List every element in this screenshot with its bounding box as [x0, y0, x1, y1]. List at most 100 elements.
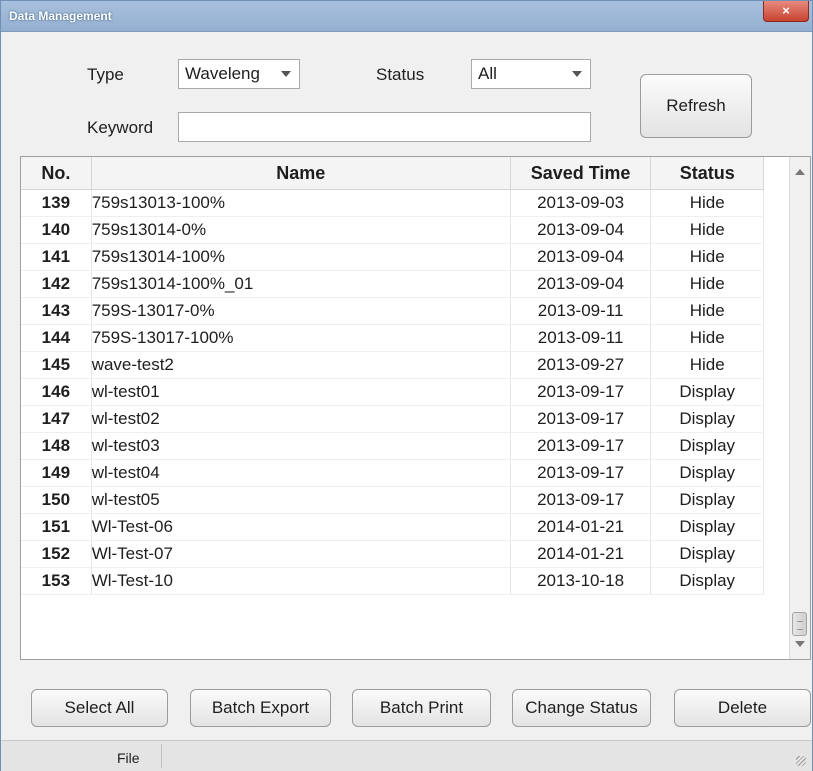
column-header-saved-time[interactable]: Saved Time: [510, 157, 652, 190]
status-bar-divider: [161, 744, 162, 768]
refresh-button[interactable]: Refresh: [640, 74, 752, 138]
batch-print-button[interactable]: Batch Print: [352, 689, 491, 727]
row-status: Display: [650, 432, 764, 460]
scrollbar-thumb[interactable]: [792, 612, 807, 636]
table-row[interactable]: 147 wl-test02 2013-09-17 Display: [21, 405, 764, 433]
table-row[interactable]: 146 wl-test01 2013-09-17 Display: [21, 378, 764, 406]
table-row[interactable]: 152 Wl-Test-07 2014-01-21 Display: [21, 540, 764, 568]
column-header-no[interactable]: No.: [21, 157, 92, 190]
status-bar-file-label: File: [117, 750, 140, 766]
resize-grip-icon[interactable]: [796, 756, 806, 766]
row-saved-time: 2014-01-21: [510, 513, 652, 541]
row-name: 759s13013-100%: [91, 189, 511, 217]
table-row[interactable]: 149 wl-test04 2013-09-17 Display: [21, 459, 764, 487]
table-row[interactable]: 143 759S-13017-0% 2013-09-11 Hide: [21, 297, 764, 325]
chevron-down-icon: [572, 71, 582, 77]
status-bar: File: [1, 740, 812, 771]
column-header-status[interactable]: Status: [650, 157, 764, 190]
row-number: 139: [21, 189, 92, 217]
row-number: 151: [21, 513, 92, 541]
row-number: 140: [21, 216, 92, 244]
table-row[interactable]: 150 wl-test05 2013-09-17 Display: [21, 486, 764, 514]
status-label: Status: [376, 65, 425, 84]
row-saved-time: 2013-09-17: [510, 378, 652, 406]
row-status: Display: [650, 567, 764, 595]
row-status: Hide: [650, 297, 764, 325]
grip-icon: [797, 621, 803, 630]
type-label: Type: [87, 65, 124, 84]
row-name: wave-test2: [91, 351, 511, 379]
row-status: Hide: [650, 243, 764, 271]
window-title: Data Management: [9, 9, 112, 23]
vertical-scrollbar[interactable]: [789, 157, 810, 659]
column-header-name[interactable]: Name: [91, 157, 511, 190]
table-row[interactable]: 140 759s13014-0% 2013-09-04 Hide: [21, 216, 764, 244]
row-number: 149: [21, 459, 92, 487]
row-status: Display: [650, 405, 764, 433]
row-saved-time: 2013-09-04: [510, 243, 652, 271]
row-number: 143: [21, 297, 92, 325]
type-dropdown[interactable]: Waveleng: [178, 59, 300, 89]
table-row[interactable]: 148 wl-test03 2013-09-17 Display: [21, 432, 764, 460]
row-name: Wl-Test-07: [91, 540, 511, 568]
row-saved-time: 2013-09-17: [510, 486, 652, 514]
table-row[interactable]: 142 759s13014-100%_01 2013-09-04 Hide: [21, 270, 764, 298]
row-status: Display: [650, 486, 764, 514]
row-status: Hide: [650, 189, 764, 217]
row-status: Display: [650, 513, 764, 541]
table-row[interactable]: 151 Wl-Test-06 2014-01-21 Display: [21, 513, 764, 541]
data-management-window: Data Management × Type Waveleng Status A…: [0, 0, 813, 771]
row-saved-time: 2014-01-21: [510, 540, 652, 568]
row-name: Wl-Test-10: [91, 567, 511, 595]
row-name: wl-test02: [91, 405, 511, 433]
close-button[interactable]: ×: [763, 1, 809, 22]
table-row[interactable]: 144 759S-13017-100% 2013-09-11 Hide: [21, 324, 764, 352]
type-dropdown-value: Waveleng: [185, 64, 260, 83]
delete-button-label: Delete: [717, 698, 768, 717]
title-bar[interactable]: Data Management ×: [1, 1, 812, 32]
batch-print-button-label: Batch Print: [379, 698, 464, 717]
batch-export-button-label: Batch Export: [211, 698, 310, 717]
table-row[interactable]: 139 759s13013-100% 2013-09-03 Hide: [21, 189, 764, 217]
row-saved-time: 2013-09-04: [510, 270, 652, 298]
row-status: Display: [650, 459, 764, 487]
row-saved-time: 2013-09-11: [510, 297, 652, 325]
row-saved-time: 2013-09-17: [510, 432, 652, 460]
row-name: wl-test05: [91, 486, 511, 514]
row-name: 759s13014-100%_01: [91, 270, 511, 298]
row-status: Hide: [650, 216, 764, 244]
table-row[interactable]: 145 wave-test2 2013-09-27 Hide: [21, 351, 764, 379]
refresh-button-label: Refresh: [666, 96, 726, 115]
select-all-button[interactable]: Select All: [31, 689, 168, 727]
row-status: Hide: [650, 324, 764, 352]
select-all-button-label: Select All: [64, 698, 135, 717]
chevron-down-icon: [281, 71, 291, 77]
row-number: 150: [21, 486, 92, 514]
row-status: Hide: [650, 351, 764, 379]
status-dropdown[interactable]: All: [471, 59, 591, 89]
row-name: 759S-13017-100%: [91, 324, 511, 352]
row-saved-time: 2013-09-17: [510, 405, 652, 433]
row-name: wl-test04: [91, 459, 511, 487]
table-row[interactable]: 141 759s13014-100% 2013-09-04 Hide: [21, 243, 764, 271]
row-number: 145: [21, 351, 92, 379]
table-row[interactable]: 153 Wl-Test-10 2013-10-18 Display: [21, 567, 764, 595]
row-saved-time: 2013-09-27: [510, 351, 652, 379]
status-dropdown-value: All: [478, 64, 497, 83]
row-number: 144: [21, 324, 92, 352]
batch-export-button[interactable]: Batch Export: [190, 689, 331, 727]
row-name: Wl-Test-06: [91, 513, 511, 541]
row-number: 147: [21, 405, 92, 433]
row-name: 759s13014-0%: [91, 216, 511, 244]
delete-button[interactable]: Delete: [674, 689, 811, 727]
row-number: 141: [21, 243, 92, 271]
scroll-up-arrow-icon[interactable]: [795, 169, 805, 175]
row-saved-time: 2013-09-04: [510, 216, 652, 244]
change-status-button[interactable]: Change Status: [512, 689, 651, 727]
scroll-down-arrow-icon[interactable]: [795, 641, 805, 647]
row-name: 759s13014-100%: [91, 243, 511, 271]
row-number: 148: [21, 432, 92, 460]
row-number: 153: [21, 567, 92, 595]
keyword-label: Keyword: [87, 118, 154, 137]
keyword-input[interactable]: [178, 112, 591, 142]
